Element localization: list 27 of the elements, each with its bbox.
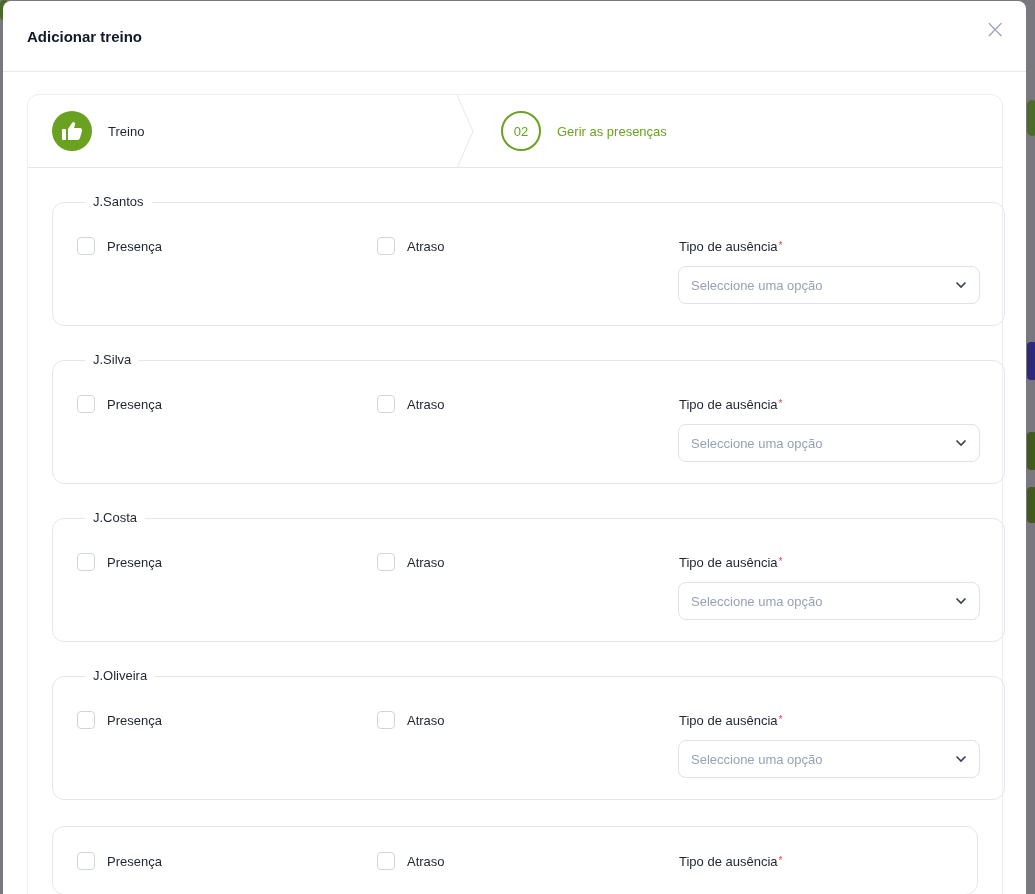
chevron-down-icon [955,281,967,289]
checkbox[interactable]: Atraso [377,849,679,873]
player-name: J.Silva [92,352,133,368]
checkbox[interactable]: Presença [77,849,377,873]
checkbox[interactable]: Atraso [377,392,679,416]
checkbox[interactable]: Atraso [377,708,679,732]
checkbox[interactable]: Presença [77,550,377,574]
thumbs-up-icon [52,111,92,151]
checkbox[interactable]: Atraso [377,234,679,258]
field-label: Tipo de ausência$^{*}$ [679,553,784,572]
field-label: Tipo de ausência$^{*}$ [679,237,784,256]
checkbox[interactable]: Presença [77,708,377,732]
field-label: Tipo de ausência$^{*}$ [679,711,784,730]
checkbox[interactable]: Presença [77,392,377,416]
checkbox[interactable]: Presença [77,234,377,258]
chevron-down-icon [955,755,967,763]
chevron-down-icon [955,439,967,447]
player-name: J.Santos [92,194,145,210]
player-name: J.Costa [92,510,139,526]
chevron-down-icon [955,597,967,605]
step-tab[interactable]: Treino [52,111,145,151]
checkbox[interactable]: Atraso [377,550,679,574]
dialog-title: Adicionar treino [27,27,142,45]
player-name: J.Oliveira [92,668,149,684]
step-number: 02 [501,111,541,151]
field-label: Tipo de ausência$^{*}$ [679,395,784,414]
field-label: Tipo de ausência$^{*}$ [679,852,784,871]
